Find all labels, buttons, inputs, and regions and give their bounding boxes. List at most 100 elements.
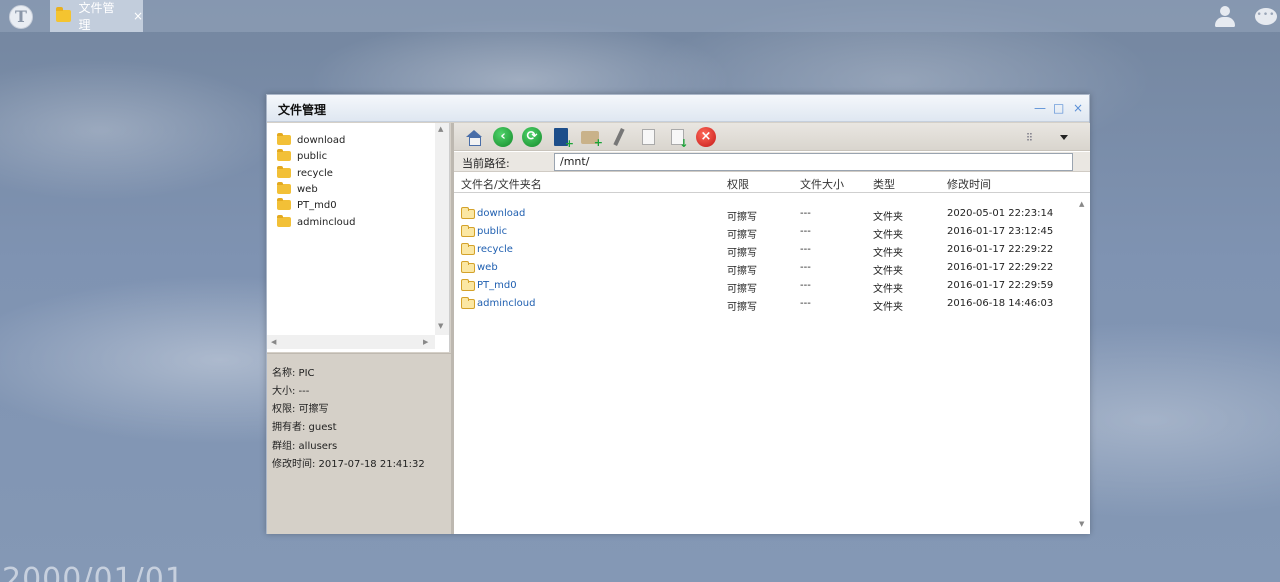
info-modified: 修改时间: 2017-07-18 21:41:32 [272,459,425,470]
scroll-right-icon[interactable]: ▶ [423,338,428,346]
table-row[interactable]: PT_md0 可擦写 --- 文件夹 2016-01-17 22:29:59 [454,277,1076,295]
info-group: 群组: allusers [272,441,338,452]
view-dropdown-button[interactable] [1053,126,1075,148]
file-permission: 可擦写 [727,302,757,313]
file-permission: 可擦写 [727,248,757,259]
tree-item-public[interactable]: public [277,148,327,164]
view-mode-icon: ⁝⁝ [1026,130,1033,144]
file-list-scrollbar[interactable]: ▲ ▼ [1076,194,1090,534]
delete-button[interactable]: × [695,126,717,148]
column-size[interactable]: 文件大小 [800,176,844,192]
rename-button[interactable] [608,126,630,148]
file-modified: 2016-01-17 22:29:59 [947,280,1054,291]
task-tab-close-icon[interactable]: × [133,9,143,23]
table-row[interactable]: admincloud 可擦写 --- 文件夹 2016-06-18 14:46:… [454,295,1076,313]
home-button[interactable] [463,126,485,148]
tree-vertical-scrollbar[interactable]: ▲ ▼ [435,123,449,335]
tree-item-web[interactable]: web [277,181,318,197]
file-name[interactable]: web [477,262,498,273]
folder-icon [277,198,291,210]
folder-icon [277,215,291,227]
delete-icon: × [696,127,716,147]
copy-icon [641,129,655,145]
copy-button[interactable] [637,126,659,148]
scroll-up-icon[interactable]: ▲ [438,125,443,133]
tree-item-label: download [297,134,346,146]
paste-button[interactable] [666,126,689,150]
file-modified: 2020-05-01 22:23:14 [947,208,1054,219]
table-row[interactable]: recycle 可擦写 --- 文件夹 2016-01-17 22:29:22 [454,241,1076,259]
chat-icon[interactable]: ••• [1255,8,1277,25]
path-bar: 当前路径: /mnt/ [454,152,1090,172]
file-modified: 2016-01-17 22:29:22 [947,244,1054,255]
file-list-pane: ‹ ⟳ × ⁝⁝ 当前路径: /mnt/ 文件名/文件夹名 权限 文件大小 类型… [454,123,1090,534]
info-owner: 拥有者: guest [272,422,337,433]
folder-tree: download public recycle web PT_md0 admin… [267,123,450,352]
folder-icon [461,279,475,291]
table-row[interactable]: download 可擦写 --- 文件夹 2020-05-01 22:23:14 [454,205,1076,223]
column-type[interactable]: 类型 [873,176,895,192]
scroll-down-icon[interactable]: ▼ [1079,520,1084,528]
tree-item-recycle[interactable]: recycle [277,165,333,181]
file-modified: 2016-01-17 22:29:22 [947,262,1054,273]
user-icon-body [1215,17,1235,27]
tree-item-label: web [297,183,318,195]
app-logo-icon[interactable]: T [9,5,33,29]
back-button[interactable]: ‹ [492,126,514,148]
refresh-button[interactable]: ⟳ [521,126,543,148]
table-row[interactable]: public 可擦写 --- 文件夹 2016-01-17 23:12:45 [454,223,1076,241]
column-permission[interactable]: 权限 [727,176,749,192]
path-input[interactable]: /mnt/ [554,153,1073,171]
file-permission: 可擦写 [727,266,757,277]
folder-icon [461,261,475,273]
rename-icon [613,127,625,147]
file-name[interactable]: PT_md0 [477,280,517,291]
tree-item-pt-md0[interactable]: PT_md0 [277,197,337,213]
tree-item-label: admincloud [297,216,356,228]
home-icon [466,130,482,146]
file-type: 文件夹 [873,230,903,241]
folder-icon [277,149,291,161]
tree-horizontal-scrollbar[interactable]: ◀ ▶ [267,335,435,349]
folder-icon [461,297,475,309]
info-name: 名称: PIC [272,368,315,379]
column-modified[interactable]: 修改时间 [947,176,991,192]
new-folder-icon [581,130,603,149]
path-label: 当前路径: [462,157,510,170]
back-icon: ‹ [493,127,513,147]
window-titlebar[interactable]: 文件管理 — □ × [267,95,1089,122]
view-mode-button[interactable]: ⁝⁝ [1018,126,1040,148]
task-tab-file-manager[interactable]: 文件管理 × [50,0,143,32]
file-modified: 2016-06-18 14:46:03 [947,298,1054,309]
scroll-down-icon[interactable]: ▼ [438,322,443,330]
new-file-button[interactable] [550,126,574,150]
tree-item-label: recycle [297,167,333,179]
tree-item-download[interactable]: download [277,132,345,148]
scroll-up-icon[interactable]: ▲ [1079,200,1084,208]
file-permission: 可擦写 [727,284,757,295]
maximize-button[interactable]: □ [1053,101,1064,115]
table-row[interactable]: web 可擦写 --- 文件夹 2016-01-17 22:29:22 [454,259,1076,277]
file-name[interactable]: admincloud [477,298,535,309]
minimize-button[interactable]: — [1034,101,1046,115]
close-button[interactable]: × [1073,101,1083,115]
new-folder-button[interactable] [579,126,603,149]
folder-icon [277,182,291,194]
info-size: 大小: --- [272,386,310,397]
window-title: 文件管理 [278,103,327,117]
file-name[interactable]: download [477,208,525,219]
file-name[interactable]: recycle [477,244,513,255]
file-info-panel: 名称: PIC 大小: --- 权限: 可擦写 拥有者: guest 群组: a… [267,353,451,534]
folder-icon [277,133,291,145]
refresh-icon: ⟳ [522,127,542,147]
new-file-icon [554,128,574,150]
file-size: --- [800,208,811,219]
column-name[interactable]: 文件名/文件夹名 [461,176,542,192]
scroll-left-icon[interactable]: ◀ [271,338,276,346]
user-icon-head [1220,6,1230,16]
file-name[interactable]: public [477,226,507,237]
top-taskbar: T 文件管理 × ••• [0,0,1280,32]
file-size: --- [800,244,811,255]
user-icon[interactable] [1213,6,1237,28]
tree-item-admincloud[interactable]: admincloud [277,214,355,230]
